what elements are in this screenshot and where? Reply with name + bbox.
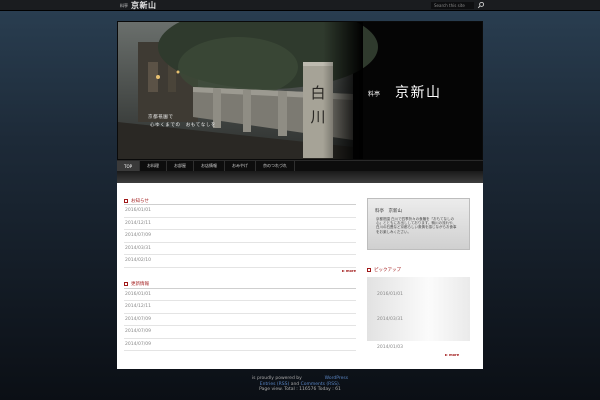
nav-shop-info[interactable]: お店情報	[194, 161, 226, 171]
section-bullet-icon	[124, 198, 128, 203]
more-arrow-icon	[341, 270, 345, 272]
top-bar: 料亭 京新山	[0, 0, 600, 11]
main-nav: TOP お料理 お部屋 お店情報 おみやげ 京のつれづれ	[117, 160, 483, 171]
search-icon[interactable]	[477, 1, 485, 9]
brand-name: 京新山	[131, 0, 157, 10]
comments-rss-link[interactable]: Comments (RSS).	[301, 382, 341, 387]
news-item[interactable]: 2016/01/01	[124, 205, 356, 218]
section-bullet-icon	[124, 282, 128, 286]
nav-souvenirs[interactable]: おみやげ	[225, 161, 257, 171]
pickup-more-link[interactable]: more	[445, 353, 459, 357]
nav-shadow-band	[117, 171, 483, 183]
news-item[interactable]: 2014/02/10	[124, 255, 356, 268]
about-box: 料亭 京新山 京都祇園 白川で四季折々の食膳を「おもてなしの心」とともにお出しし…	[367, 198, 470, 250]
updates-title: 更新情報	[131, 282, 149, 287]
news-item[interactable]: 2014/07/09	[124, 230, 356, 243]
update-item[interactable]: 2016/01/01	[124, 289, 356, 301]
wordpress-link[interactable]: WordPress	[325, 376, 348, 381]
nav-cuisine[interactable]: お料理	[140, 161, 168, 171]
pickup-item[interactable]: 2016/01/01	[377, 292, 403, 297]
news-section-title: お知らせ	[124, 198, 356, 205]
news-item[interactable]: 2014/03/31	[124, 243, 356, 255]
pickup-title: ピックアップ	[374, 267, 401, 273]
pickup-box: 2016/01/01 2014/03/31 2014/01/03 more	[367, 277, 470, 357]
caption-line-1: 京都祇園で	[148, 115, 174, 120]
more-arrow-icon	[445, 354, 448, 356]
caption-line-2: 心ゆくまでの おもてなしを	[150, 123, 217, 128]
news-more-label: more	[345, 269, 356, 273]
news-title: お知らせ	[131, 198, 149, 204]
powered-by-text: is proudly powered by	[251, 376, 302, 381]
update-item[interactable]: 2014/07/09	[124, 339, 356, 351]
pickup-section-title: ピックアップ	[367, 266, 470, 273]
pickup-item[interactable]: 2014/03/31	[377, 317, 403, 322]
footer-powered-line: is proudly powered by WordPress	[0, 376, 600, 382]
header-shop-prefix: 料亭	[368, 91, 381, 98]
and-text: and	[290, 381, 300, 387]
header-shop-name: 京新山	[395, 85, 442, 101]
updates-section-title: 更新情報	[124, 282, 356, 289]
pickup-item[interactable]: 2014/01/03	[377, 345, 403, 350]
header-caption: 京都祇園で 心ゆくまでの おもてなしを	[148, 114, 216, 130]
pickup-more-label: more	[449, 353, 460, 357]
nav-kyoto-diary[interactable]: 京のつれづれ	[256, 161, 295, 171]
about-text: 京都祇園 白川で四季折々の食膳を「おもてなしの心」とともにお出ししております。鴨…	[376, 217, 457, 234]
news-item[interactable]: 2014/12/11	[124, 218, 356, 230]
content-area: お知らせ 2016/01/01 2014/12/11 2014/07/09 20…	[117, 183, 483, 369]
entries-rss-link[interactable]: Entries (RSS)	[260, 382, 289, 387]
update-item[interactable]: 2014/07/09	[124, 326, 356, 339]
site-logo[interactable]: 料亭 京新山	[120, 0, 157, 10]
news-more-link[interactable]: more	[124, 268, 356, 275]
update-item[interactable]: 2014/07/09	[124, 314, 356, 326]
nav-top[interactable]: TOP	[117, 161, 141, 171]
pageview-counter: Page view. Total : 116576 Today : 61	[259, 387, 341, 392]
main-column: お知らせ 2016/01/01 2014/12/11 2014/07/09 20…	[124, 198, 356, 351]
footer: is proudly powered by WordPress Entries …	[0, 369, 600, 400]
sidebar: 料亭 京新山 京都祇園 白川で四季折々の食膳を「おもてなしの心」とともにお出しし…	[367, 198, 470, 357]
search-input[interactable]	[431, 2, 474, 9]
news-list: 2016/01/01 2014/12/11 2014/07/09 2014/03…	[124, 205, 356, 268]
updates-list: 2016/01/01 2014/12/11 2014/07/09 2014/07…	[124, 289, 356, 351]
header-image: 白 川 京都祇園で 心ゆくまでの おもてなしを 料亭 京新山	[117, 21, 483, 160]
nav-rooms[interactable]: お部屋	[167, 161, 195, 171]
section-bullet-icon	[367, 267, 371, 272]
about-title: 料亭 京新山	[375, 209, 402, 214]
update-item[interactable]: 2014/12/11	[124, 301, 356, 314]
brand-prefix: 料亭	[120, 2, 128, 8]
